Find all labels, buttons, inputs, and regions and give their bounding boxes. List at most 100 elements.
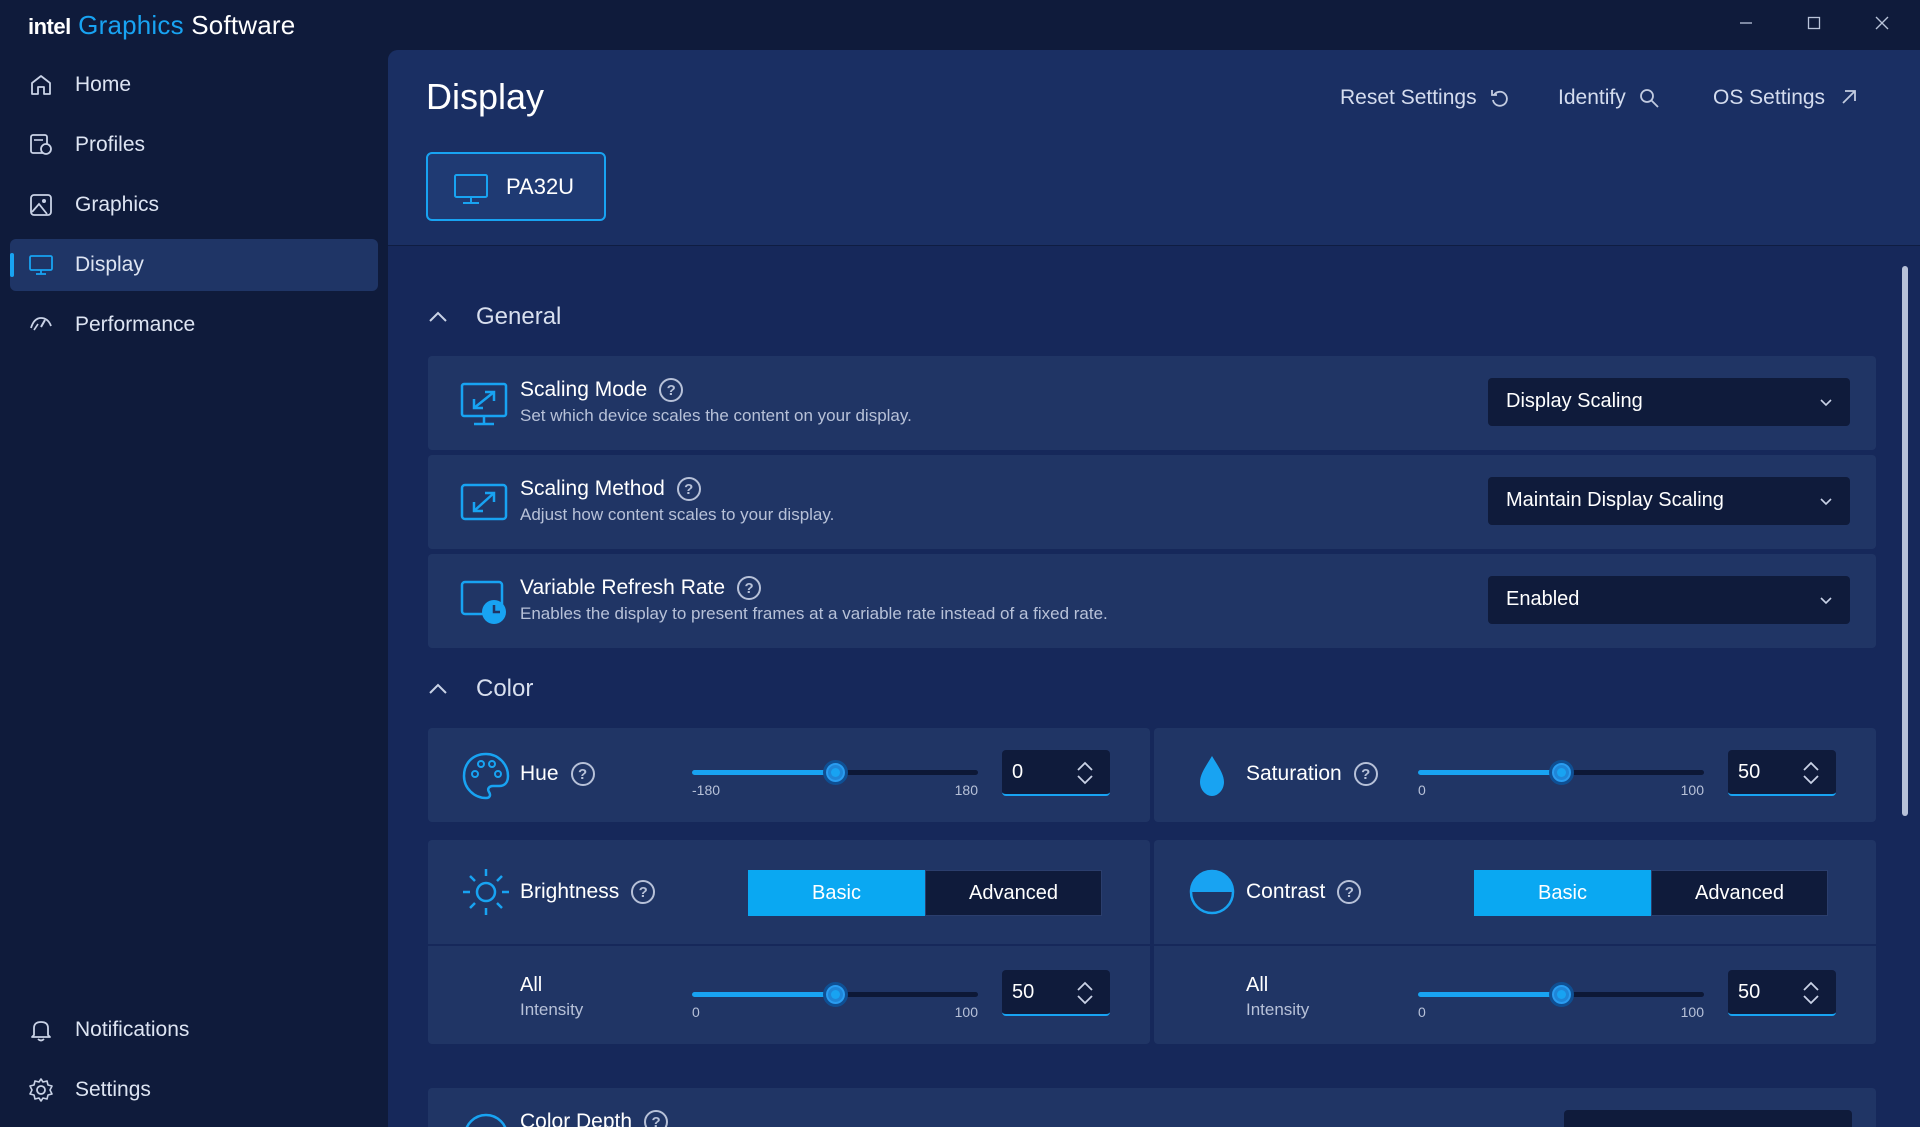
scaling-mode-desc: Set which device scales the content on y… bbox=[520, 406, 912, 425]
hue-card: Hue ? -180 180 0 bbox=[428, 728, 1150, 822]
minimize-icon bbox=[1740, 22, 1752, 24]
scaling-mode-row: Scaling Mode ? Set which device scales t… bbox=[428, 356, 1876, 450]
chevron-up-icon bbox=[429, 683, 447, 694]
app-brand: intel Graphics Software bbox=[28, 10, 295, 41]
refresh-rate-icon bbox=[460, 580, 506, 624]
sidebar-item-label: Performance bbox=[75, 313, 196, 336]
help-icon[interactable]: ? bbox=[676, 477, 701, 501]
brightness-max-label: 100 bbox=[954, 1004, 978, 1020]
brightness-intensity-label: Intensity bbox=[520, 1000, 584, 1019]
divider bbox=[428, 944, 1150, 946]
slider-fill bbox=[692, 992, 835, 997]
maximize-button[interactable] bbox=[1794, 8, 1834, 38]
slider-thumb[interactable] bbox=[823, 982, 848, 1007]
scaling-mode-title: Scaling Mode ? bbox=[520, 378, 684, 402]
slider-thumb[interactable] bbox=[1549, 982, 1574, 1007]
contrast-title: Contrast ? bbox=[1246, 880, 1362, 904]
scaling-method-value: Maintain Display Scaling bbox=[1506, 489, 1724, 511]
identify-button[interactable]: Identify bbox=[1558, 86, 1660, 110]
hue-value-stepper[interactable]: 0 bbox=[1002, 750, 1110, 796]
slider-thumb[interactable] bbox=[823, 760, 848, 785]
monitor-tab-pa32u[interactable]: PA32U bbox=[426, 152, 606, 221]
brightness-basic-button[interactable]: Basic bbox=[748, 870, 925, 916]
help-icon[interactable]: ? bbox=[737, 576, 762, 600]
saturation-max-label: 100 bbox=[1680, 782, 1704, 798]
sidebar-item-notifications[interactable]: Notifications bbox=[10, 1004, 378, 1056]
os-settings-button[interactable]: OS Settings bbox=[1713, 86, 1859, 110]
saturation-title: Saturation ? bbox=[1246, 762, 1378, 786]
search-icon bbox=[1639, 89, 1659, 108]
hue-value: 0 bbox=[1012, 761, 1024, 783]
sidebar-item-display[interactable]: Display bbox=[10, 239, 378, 291]
scaling-mode-value: Display Scaling bbox=[1506, 390, 1643, 412]
slider-thumb[interactable] bbox=[1549, 760, 1574, 785]
reset-settings-button[interactable]: Reset Settings bbox=[1340, 86, 1511, 110]
gear-icon bbox=[29, 1078, 53, 1102]
saturation-label: Saturation bbox=[1246, 762, 1342, 785]
title-bar: intel Graphics Software bbox=[0, 0, 1920, 50]
stepper-arrows-icon[interactable] bbox=[1074, 980, 1096, 1006]
color-depth-select[interactable] bbox=[1564, 1110, 1852, 1127]
brightness-title: Brightness ? bbox=[520, 880, 656, 904]
minimize-button[interactable] bbox=[1726, 8, 1766, 38]
help-icon[interactable]: ? bbox=[644, 1110, 669, 1127]
sidebar-item-graphics[interactable]: Graphics bbox=[10, 179, 378, 231]
scaling-method-icon bbox=[460, 483, 508, 521]
variable-refresh-rate-title: Variable Refresh Rate ? bbox=[520, 576, 762, 600]
divider bbox=[1154, 944, 1876, 946]
stepper-arrows-icon[interactable] bbox=[1800, 760, 1822, 786]
close-button[interactable] bbox=[1862, 8, 1902, 38]
intel-logo-text: intel bbox=[28, 14, 71, 39]
contrast-card: Contrast ? Basic Advanced All Intensity … bbox=[1154, 840, 1876, 1044]
sidebar-item-home[interactable]: Home bbox=[10, 59, 378, 111]
slider-fill bbox=[692, 770, 835, 775]
sidebar-item-label: Profiles bbox=[75, 133, 146, 156]
help-icon[interactable]: ? bbox=[1353, 762, 1378, 786]
contrast-advanced-button[interactable]: Advanced bbox=[1651, 870, 1828, 916]
brightness-advanced-button[interactable]: Advanced bbox=[925, 870, 1102, 916]
bell-icon bbox=[31, 1021, 51, 1042]
main-panel: Display Reset Settings Identify OS Setti… bbox=[388, 50, 1920, 1127]
sidebar-item-profiles[interactable]: Profiles bbox=[10, 119, 378, 171]
variable-refresh-rate-desc: Enables the display to present frames at… bbox=[520, 604, 1108, 623]
brightness-value-stepper[interactable]: 50 bbox=[1002, 970, 1110, 1016]
help-icon[interactable]: ? bbox=[1337, 880, 1362, 904]
sidebar-item-settings[interactable]: Settings bbox=[10, 1064, 378, 1116]
stepper-arrows-icon[interactable] bbox=[1800, 980, 1822, 1006]
brightness-all-label: All bbox=[520, 974, 543, 996]
color-depth-icon bbox=[465, 1113, 507, 1127]
monitor-icon bbox=[454, 174, 488, 204]
general-section-toggle[interactable]: General bbox=[426, 302, 561, 332]
contrast-max-label: 100 bbox=[1680, 1004, 1704, 1020]
color-section-toggle[interactable]: Color bbox=[426, 674, 533, 704]
chevron-up-icon bbox=[429, 311, 447, 322]
performance-icon bbox=[30, 317, 52, 331]
scaling-mode-select[interactable]: Display Scaling bbox=[1488, 378, 1850, 426]
sidebar-item-performance[interactable]: Performance bbox=[10, 299, 378, 351]
scaling-method-select[interactable]: Maintain Display Scaling bbox=[1488, 477, 1850, 525]
sun-icon bbox=[463, 869, 509, 915]
os-settings-label: OS Settings bbox=[1713, 86, 1826, 109]
help-icon[interactable]: ? bbox=[631, 880, 656, 904]
hue-slider[interactable]: -180 180 bbox=[692, 758, 978, 798]
contrast-basic-button[interactable]: Basic bbox=[1474, 870, 1651, 916]
saturation-slider[interactable]: 0 100 bbox=[1418, 758, 1704, 798]
scaling-mode-label: Scaling Mode bbox=[520, 378, 648, 401]
general-section-heading: General bbox=[476, 303, 562, 330]
scaling-method-desc: Adjust how content scales to your displa… bbox=[520, 505, 835, 524]
brightness-slider[interactable]: 0 100 bbox=[692, 980, 978, 1020]
contrast-slider[interactable]: 0 100 bbox=[1418, 980, 1704, 1020]
saturation-value-stepper[interactable]: 50 bbox=[1728, 750, 1836, 796]
brightness-min-label: 0 bbox=[692, 1004, 700, 1020]
saturation-value: 50 bbox=[1738, 761, 1761, 783]
home-icon bbox=[31, 75, 51, 95]
stepper-arrows-icon[interactable] bbox=[1074, 760, 1096, 786]
scrollbar[interactable] bbox=[1902, 266, 1908, 816]
contrast-value-stepper[interactable]: 50 bbox=[1728, 970, 1836, 1016]
scaling-mode-icon bbox=[460, 382, 508, 426]
help-icon[interactable]: ? bbox=[570, 762, 595, 786]
variable-refresh-rate-select[interactable]: Enabled bbox=[1488, 576, 1850, 624]
page-title: Display bbox=[426, 76, 545, 117]
help-icon[interactable]: ? bbox=[659, 378, 684, 402]
hue-label: Hue bbox=[520, 762, 559, 785]
